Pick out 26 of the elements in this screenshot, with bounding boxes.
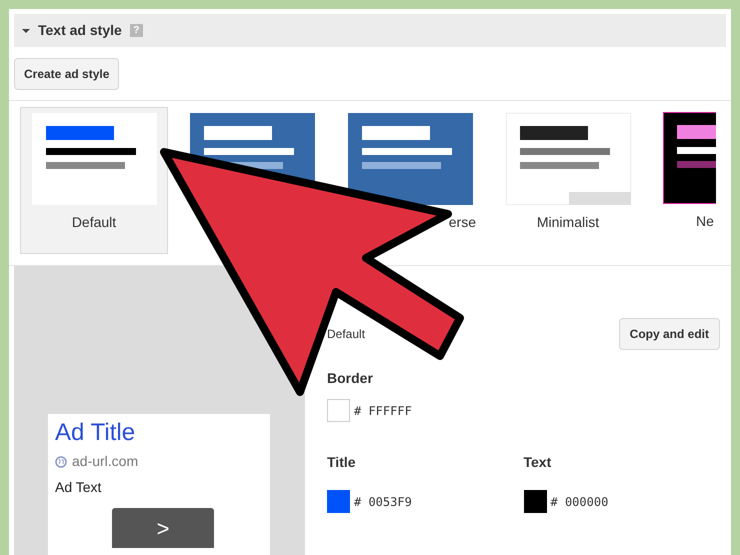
section-title: Text ad style xyxy=(38,21,122,40)
ad-style-option[interactable]: Default xyxy=(20,107,168,254)
section-header[interactable]: Text ad style ? xyxy=(14,14,726,47)
color-value: # 0053F9 xyxy=(354,494,412,510)
style-name: Default xyxy=(327,326,366,343)
ad-url: ad-url.com xyxy=(72,452,138,471)
border-color-swatch[interactable] xyxy=(327,399,350,422)
color-label: Text xyxy=(524,453,552,472)
border-label: Border xyxy=(327,369,374,388)
style-label: Default xyxy=(72,213,116,232)
style-label: Ne xyxy=(696,212,714,231)
next-button[interactable]: > xyxy=(112,508,214,548)
color-swatch[interactable] xyxy=(524,490,546,513)
ad-style-option[interactable]: Minimalist xyxy=(494,107,642,254)
ad-style-option[interactable]: Ne xyxy=(652,107,716,254)
globe-icon xyxy=(55,456,67,468)
border-color-value: # FFFFFF xyxy=(354,402,412,420)
create-ad-style-button[interactable]: Create ad style xyxy=(14,58,120,90)
ad-text: Ad Text xyxy=(55,478,102,497)
color-label: Title xyxy=(327,453,357,472)
color-value: # 000000 xyxy=(550,494,608,510)
ad-title[interactable]: Ad Title xyxy=(55,417,263,449)
style-label: erse xyxy=(448,213,476,232)
copy-and-edit-button[interactable]: Copy and edit xyxy=(618,318,720,350)
style-label: Minimalist xyxy=(536,213,600,232)
color-swatch[interactable] xyxy=(327,490,350,513)
